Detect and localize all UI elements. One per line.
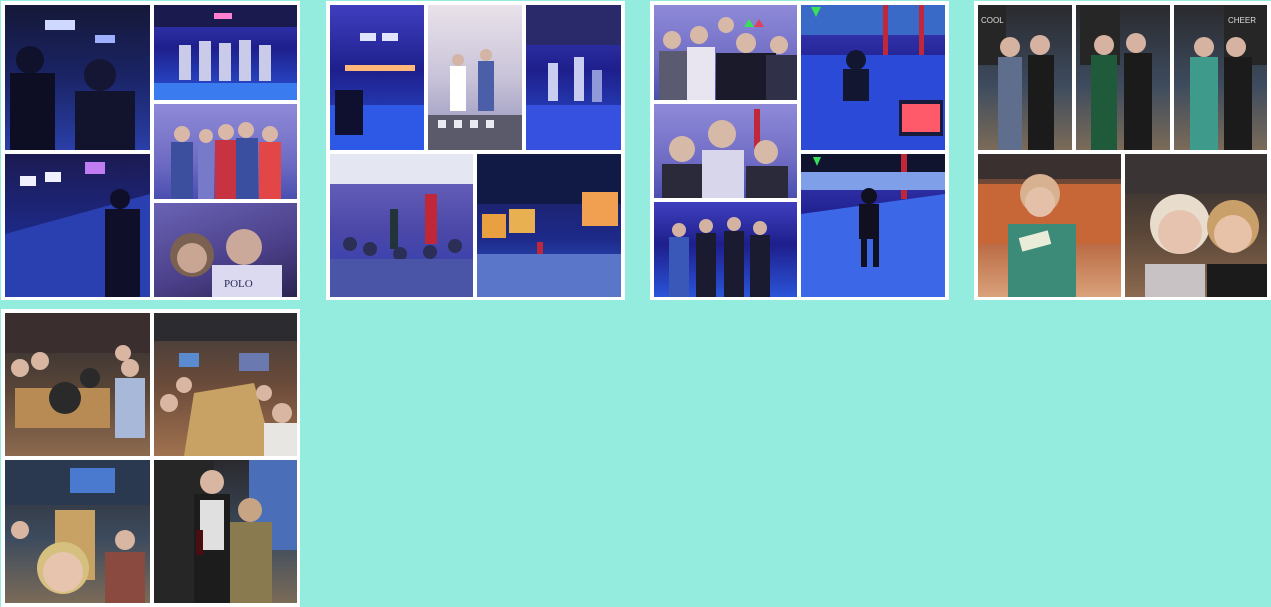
photo-two-women-cheer-wall-image: COOL (978, 5, 1054, 150)
photo-bowlers-blacklight[interactable] (526, 5, 621, 150)
photo-couple-with-wine[interactable] (154, 460, 297, 603)
photo-five-friends[interactable] (654, 5, 797, 100)
photo-lanes-seating-image (330, 33, 424, 150)
photo-long-dinner-table-image (154, 313, 297, 456)
photo-bowling-lanes-overview[interactable] (5, 154, 150, 297)
photo-people-checkered-floor-image (428, 49, 522, 150)
photo-two-women-teal-top-image: CHEER (1190, 5, 1267, 150)
photo-five-people-pose[interactable] (154, 104, 297, 199)
photo-woman-smiling-table-image (5, 460, 150, 603)
photo-three-friends-image (662, 109, 788, 198)
photo-group-standing-lanes-image (154, 5, 297, 100)
photo-three-friends[interactable] (654, 104, 797, 198)
shirt-text: POLO (224, 278, 253, 290)
photo-five-friends-image (659, 17, 797, 100)
photo-group-standing-lanes[interactable] (154, 5, 297, 100)
photo-people-checkered-floor[interactable] (428, 5, 522, 150)
bowling-night-collage-1[interactable]: POLO (1, 1, 300, 300)
photo-bowler-on-lane[interactable] (801, 5, 945, 150)
bowling-night-collage-3[interactable] (650, 1, 949, 300)
photo-two-women-teal-top[interactable]: CHEER (1174, 5, 1267, 150)
photo-two-women-green-jacket-image (1080, 5, 1152, 150)
photo-selfie-couple-image: POLO (170, 229, 282, 297)
photo-scoreboard-screens[interactable] (477, 154, 621, 297)
photo-couple-with-wine-image (154, 460, 297, 603)
photo-crowd-at-lanes-image (10, 20, 135, 150)
photo-two-women-selfie-image (1125, 154, 1267, 297)
photo-four-friends-lanes-image (669, 217, 770, 297)
photo-two-women-green-jacket[interactable] (1076, 5, 1170, 150)
wall-text-1: COOL (981, 16, 1004, 25)
photo-bowling-lanes-overview-image (5, 162, 150, 297)
photo-table-with-pizzas[interactable] (5, 313, 150, 456)
photo-five-people-pose-image (171, 122, 281, 199)
photo-woman-holding-prize[interactable] (978, 154, 1121, 297)
photo-bowler-throwing[interactable] (801, 154, 945, 297)
wall-text-2: CHEER (1228, 16, 1256, 25)
page: { "gallery": { "background_color": "#94e… (0, 0, 1271, 607)
bowling-night-collage-4[interactable]: COOL CHEER (974, 1, 1271, 300)
photo-woman-smiling-table[interactable] (5, 460, 150, 603)
photo-table-with-pizzas-image (5, 313, 150, 438)
photo-crowd-at-lanes[interactable] (5, 5, 150, 150)
bowling-night-collage-2[interactable] (326, 1, 625, 300)
photo-two-women-cheer-wall[interactable]: COOL (978, 5, 1072, 150)
photo-two-women-selfie[interactable] (1125, 154, 1267, 297)
dinner-collage[interactable] (1, 309, 300, 607)
photo-selfie-couple[interactable]: POLO (154, 203, 297, 297)
photo-long-dinner-table[interactable] (154, 313, 297, 456)
photo-lanes-seating[interactable] (330, 5, 424, 150)
photo-party-room-image (330, 154, 473, 297)
photo-four-friends-lanes[interactable] (654, 202, 797, 297)
photo-bowlers-blacklight-image (526, 5, 621, 150)
photo-bowler-on-lane-image (801, 5, 945, 150)
photo-woman-holding-prize-image (978, 154, 1121, 297)
photo-scoreboard-screens-image (477, 154, 621, 297)
photo-party-room[interactable] (330, 154, 473, 297)
photo-bowler-throwing-image (801, 154, 945, 297)
